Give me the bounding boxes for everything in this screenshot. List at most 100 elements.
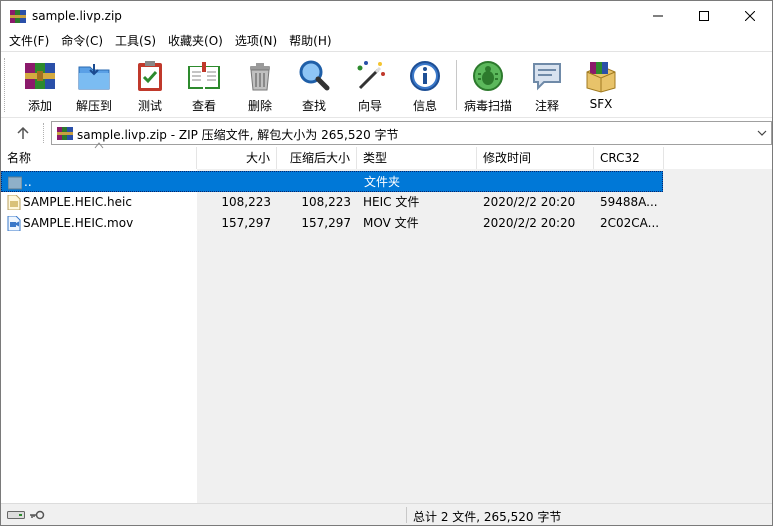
row-type: MOV 文件 <box>363 216 419 230</box>
add-button[interactable]: 添加 <box>15 56 65 114</box>
minimize-button[interactable] <box>635 1 681 31</box>
column-name[interactable]: 名称 <box>1 142 197 169</box>
file-list: 名称 大小 压缩后大小 类型 修改时间 CRC32 .. 文件夹 SAMPLE.… <box>1 142 772 503</box>
row-crc: 2C02CA... <box>600 216 660 230</box>
title-bar: sample.livp.zip <box>1 1 772 31</box>
row-modified: 2020/2/2 20:20 <box>483 216 576 230</box>
row-size: 108,223 <box>221 195 271 209</box>
virus-scan-button[interactable]: 病毒扫描 <box>463 56 513 114</box>
close-button[interactable] <box>727 1 772 31</box>
info-label: 信息 <box>412 99 437 113</box>
drive-icon[interactable] <box>7 510 25 520</box>
chevron-down-icon[interactable] <box>756 127 768 139</box>
view-book-icon <box>188 62 220 89</box>
virus-bug-icon <box>473 61 503 91</box>
test-button[interactable]: 测试 <box>125 56 175 114</box>
address-grip[interactable] <box>43 123 46 143</box>
column-name-label: 名称 <box>7 151 32 165</box>
menu-tools[interactable]: 工具(S) <box>109 31 162 51</box>
parent-folder-row[interactable]: .. 文件夹 <box>1 171 663 192</box>
maximize-button[interactable] <box>681 1 727 31</box>
list-header: 名称 大小 压缩后大小 类型 修改时间 CRC32 <box>1 142 772 169</box>
arrow-up-icon <box>17 126 29 139</box>
row-packed <box>278 172 352 193</box>
column-modified-label: 修改时间 <box>483 151 532 165</box>
row-modified: 2020/2/2 20:20 <box>483 195 576 209</box>
menu-favorites[interactable]: 收藏夹(O) <box>162 31 229 51</box>
info-button[interactable]: 信息 <box>400 56 450 114</box>
sfx-button[interactable]: SFX <box>576 56 626 114</box>
find-button[interactable]: 查找 <box>289 56 339 114</box>
status-bar: 总计 2 文件, 265,520 字节 <box>1 503 772 525</box>
parent-folder-icon <box>8 176 22 190</box>
column-type[interactable]: 类型 <box>357 147 477 169</box>
column-modified[interactable]: 修改时间 <box>477 147 594 169</box>
test-label: 测试 <box>137 99 162 113</box>
menu-help[interactable]: 帮助(H) <box>283 31 337 51</box>
view-button[interactable]: 查看 <box>179 56 229 114</box>
column-crc-label: CRC32 <box>600 151 640 165</box>
row-packed: 108,223 <box>301 195 351 209</box>
sfx-box-icon <box>586 62 616 93</box>
extract-button[interactable]: 解压到 <box>69 56 119 114</box>
column-crc[interactable]: CRC32 <box>594 147 664 169</box>
delete-button[interactable]: 删除 <box>235 56 285 114</box>
winrar-app-icon <box>10 10 26 23</box>
row-size: 157,297 <box>221 216 271 230</box>
sort-ascending-icon <box>94 142 104 149</box>
menu-file[interactable]: 文件(F) <box>3 31 55 51</box>
add-label: 添加 <box>27 99 52 113</box>
status-left-panel <box>5 507 407 523</box>
file-row[interactable]: SAMPLE.HEIC.mov 157,297 157,297 MOV 文件 2… <box>1 213 663 234</box>
menu-bar: 文件(F) 命令(C) 工具(S) 收藏夹(O) 选项(N) 帮助(H) <box>1 31 772 51</box>
info-icon <box>410 61 440 91</box>
maximize-icon <box>699 11 709 21</box>
column-type-label: 类型 <box>363 151 388 165</box>
column-size[interactable]: 大小 <box>197 147 277 169</box>
close-icon <box>745 11 755 21</box>
virus-scan-label: 病毒扫描 <box>463 99 512 113</box>
wizard-button[interactable]: 向导 <box>345 56 395 114</box>
comment-label: 注释 <box>534 99 559 113</box>
column-packed-label: 压缩后大小 <box>289 151 350 165</box>
minimize-icon <box>653 15 663 17</box>
toolbar-grip[interactable] <box>4 58 8 112</box>
status-summary: 总计 2 文件, 265,520 字节 <box>413 510 562 524</box>
comment-bubble-icon <box>533 63 561 91</box>
magic-wand-icon <box>357 61 385 90</box>
find-label: 查找 <box>301 99 326 113</box>
row-crc: 59488A... <box>600 195 658 209</box>
magnifier-icon <box>299 60 330 91</box>
extract-folder-icon <box>78 64 110 90</box>
delete-label: 删除 <box>247 99 272 113</box>
sfx-label: SFX <box>589 97 613 111</box>
toolbar-separator <box>456 60 457 110</box>
menu-commands[interactable]: 命令(C) <box>55 31 109 51</box>
row-modified <box>484 172 594 193</box>
address-field[interactable]: sample.livp.zip - ZIP 压缩文件, 解包大小为 265,52… <box>51 121 772 145</box>
row-crc <box>601 172 663 193</box>
trash-icon <box>250 63 270 91</box>
image-file-icon <box>7 195 21 210</box>
address-row: sample.livp.zip - ZIP 压缩文件, 解包大小为 265,52… <box>1 117 772 147</box>
menu-options[interactable]: 选项(N) <box>229 31 283 51</box>
winrar-window: sample.livp.zip 文件(F) 命令(C) 工具(S) 收藏夹(O)… <box>0 0 773 526</box>
row-size <box>198 172 272 193</box>
comment-button[interactable]: 注释 <box>522 56 572 114</box>
test-clipboard-icon <box>138 61 162 91</box>
row-name: SAMPLE.HEIC.mov <box>23 216 134 230</box>
video-file-icon <box>7 216 21 231</box>
key-icon[interactable] <box>29 510 45 520</box>
view-label: 查看 <box>191 99 216 113</box>
wizard-label: 向导 <box>357 99 382 113</box>
up-folder-button[interactable] <box>11 122 35 144</box>
address-text: sample.livp.zip - ZIP 压缩文件, 解包大小为 265,52… <box>77 128 399 142</box>
row-name: SAMPLE.HEIC.heic <box>23 195 132 209</box>
add-archive-icon <box>25 63 55 89</box>
row-type: 文件夹 <box>364 175 401 189</box>
column-size-label: 大小 <box>245 151 270 165</box>
file-row[interactable]: SAMPLE.HEIC.heic 108,223 108,223 HEIC 文件… <box>1 192 663 213</box>
column-packed[interactable]: 压缩后大小 <box>277 147 357 169</box>
zip-archive-icon <box>57 127 73 140</box>
row-packed: 157,297 <box>301 216 351 230</box>
